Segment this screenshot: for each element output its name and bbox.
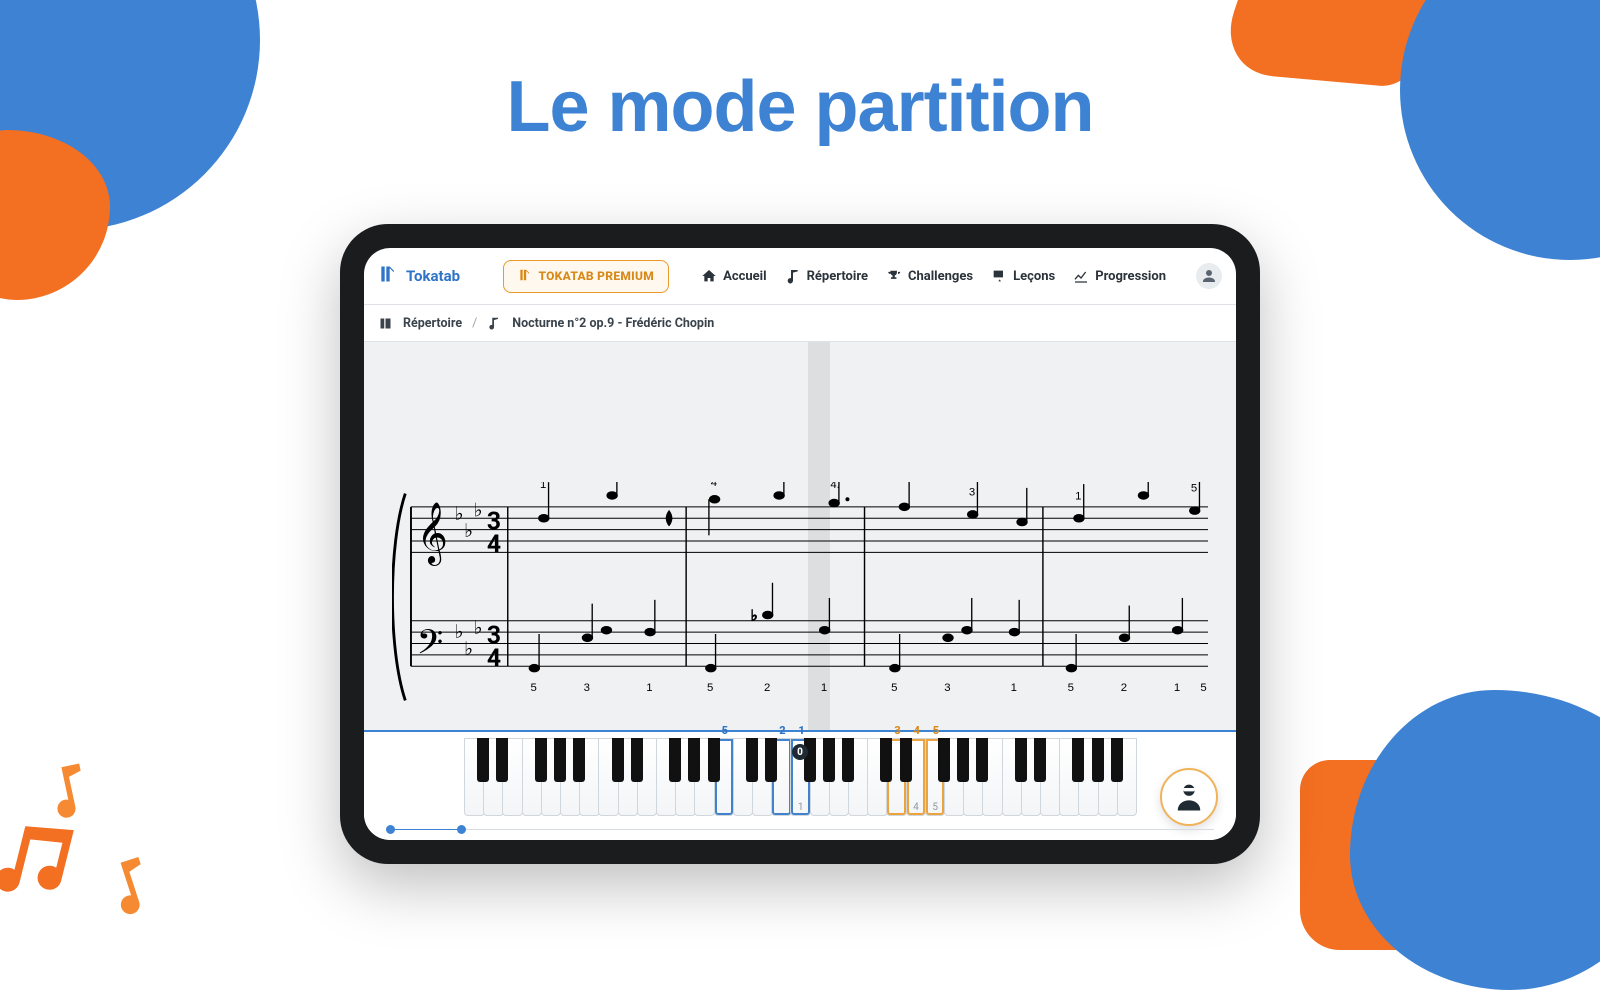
svg-text:2: 2: [1121, 682, 1127, 694]
svg-text:♭: ♭: [464, 637, 473, 660]
svg-text:♭: ♭: [474, 498, 483, 521]
svg-text:5: 5: [891, 682, 897, 694]
svg-text:5: 5: [1200, 682, 1206, 694]
breadcrumb: Répertoire / Nocturne n°2 op.9 - Frédéri…: [364, 305, 1236, 342]
account-avatar[interactable]: [1196, 263, 1222, 289]
brand[interactable]: Tokatab: [378, 264, 460, 288]
breadcrumb-separator: /: [472, 316, 477, 331]
chart-line-icon: [1073, 268, 1089, 284]
app-screen: Tokatab TOKATAB PREMIUM Accueil Répertoi…: [364, 248, 1236, 840]
premium-button[interactable]: TOKATAB PREMIUM: [503, 260, 669, 293]
bg-music-notes-icon: [0, 680, 250, 940]
svg-text:♭: ♭: [455, 620, 464, 643]
music-staff-svg: 𝄞 𝄢 ♭♭♭ ♭♭♭ 3 4 3 4: [392, 482, 1208, 712]
score-view[interactable]: 𝄞 𝄢 ♭♭♭ ♭♭♭ 3 4 3 4: [364, 342, 1236, 730]
svg-text:1: 1: [821, 682, 827, 694]
breadcrumb-root[interactable]: Répertoire: [403, 316, 462, 331]
app-topbar: Tokatab TOKATAB PREMIUM Accueil Répertoi…: [364, 248, 1236, 305]
page-title: Le mode partition: [0, 70, 1600, 146]
svg-text:𝄞: 𝄞: [417, 504, 448, 566]
svg-text:♭: ♭: [751, 607, 758, 625]
svg-text:1: 1: [1174, 682, 1180, 694]
svg-text:2: 2: [764, 682, 770, 694]
svg-text:♭: ♭: [455, 502, 464, 525]
nav-home[interactable]: Accueil: [701, 268, 766, 284]
music-note-icon: [487, 316, 502, 331]
middle-c-marker: 0: [792, 744, 808, 760]
nav-repertoire[interactable]: Répertoire: [785, 268, 868, 284]
teacher-icon: [991, 268, 1007, 284]
svg-text:4: 4: [711, 482, 717, 489]
svg-text:𝄢: 𝄢: [417, 625, 444, 671]
brand-name: Tokatab: [406, 267, 460, 285]
svg-text:1: 1: [646, 682, 652, 694]
brand-logo-icon: [378, 264, 398, 288]
premium-label: TOKATAB PREMIUM: [538, 269, 654, 283]
svg-text:♭: ♭: [464, 519, 473, 542]
user-icon: [1200, 267, 1218, 285]
svg-text:5: 5: [1068, 682, 1074, 694]
svg-text:3: 3: [969, 486, 975, 498]
svg-text:1: 1: [540, 482, 546, 491]
svg-text:3: 3: [944, 682, 950, 694]
svg-text:3: 3: [584, 682, 590, 694]
library-icon: [378, 316, 393, 331]
svg-text:4: 4: [487, 644, 501, 673]
svg-text:1: 1: [1075, 490, 1081, 502]
premium-icon: [518, 268, 532, 285]
grand-staff: 𝄞 𝄢 ♭♭♭ ♭♭♭ 3 4 3 4: [364, 482, 1236, 716]
coach-avatar[interactable]: [1160, 768, 1218, 826]
tablet-frame: Tokatab TOKATAB PREMIUM Accueil Répertoi…: [340, 224, 1260, 864]
nav-lessons[interactable]: Leçons: [991, 268, 1055, 284]
nav-challenges[interactable]: Challenges: [886, 268, 973, 284]
svg-text:4: 4: [487, 530, 501, 559]
svg-text:♭: ♭: [474, 616, 483, 639]
svg-text:1: 1: [1011, 682, 1017, 694]
home-icon: [701, 268, 717, 284]
main-nav: Accueil Répertoire Challenges Leçons Pro…: [701, 268, 1166, 284]
svg-text:5: 5: [775, 482, 781, 483]
svg-text:5: 5: [531, 682, 537, 694]
svg-text:5: 5: [707, 682, 713, 694]
breadcrumb-song: Nocturne n°2 op.9 - Frédéric Chopin: [512, 316, 714, 331]
playback-progress[interactable]: [386, 827, 1214, 832]
trophy-icon: [886, 268, 902, 284]
music-note-icon: [785, 268, 801, 284]
svg-text:5: 5: [1191, 483, 1197, 495]
piano-keyboard[interactable]: 5121453450: [364, 730, 1236, 840]
svg-text:4.: 4.: [830, 482, 840, 491]
nav-progression[interactable]: Progression: [1073, 268, 1166, 284]
